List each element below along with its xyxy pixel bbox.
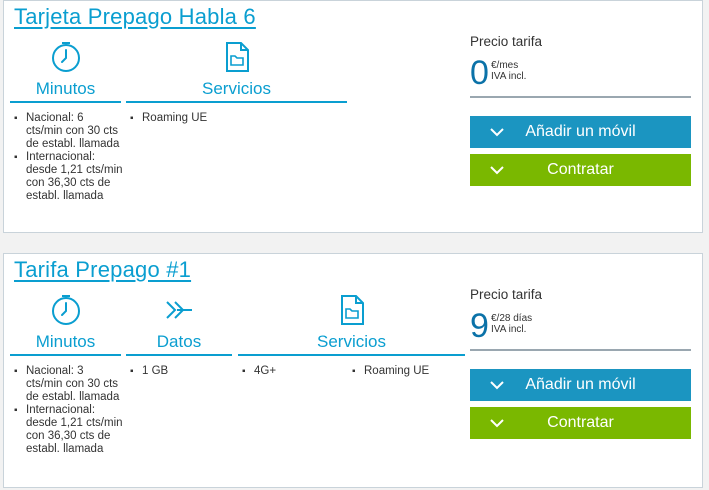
price-unit: €/mes IVA incl. bbox=[491, 60, 526, 82]
button-label: Añadir un móvil bbox=[525, 123, 636, 140]
list-item: Internacional: desde 1,21 cts/min con 36… bbox=[12, 404, 123, 456]
tariff-title[interactable]: Tarifa Prepago #1 bbox=[14, 257, 191, 283]
button-label: Contratar bbox=[547, 414, 614, 431]
column-divider bbox=[10, 101, 121, 103]
price-amount: 0 bbox=[470, 54, 489, 92]
list-item: Roaming UE bbox=[128, 112, 349, 125]
button-label: Contratar bbox=[547, 161, 614, 178]
contract-button[interactable]: Contratar bbox=[470, 407, 691, 439]
price-label: Precio tarifa bbox=[470, 34, 543, 49]
folder-document-icon bbox=[340, 295, 364, 325]
feature-list: 4G+ Roaming UE bbox=[238, 365, 467, 378]
column-divider bbox=[10, 354, 121, 356]
button-label: Añadir un móvil bbox=[525, 376, 636, 393]
list-item: Roaming UE bbox=[350, 365, 429, 378]
tariff-card-prepago1: Tarifa Prepago #1 Minutos Nacional: 3 ct… bbox=[3, 253, 703, 488]
add-mobile-button[interactable]: Añadir un móvil bbox=[470, 116, 691, 148]
column-label: Datos bbox=[156, 332, 202, 351]
contract-button[interactable]: Contratar bbox=[470, 154, 691, 186]
data-arrows-icon bbox=[166, 301, 192, 319]
clock-icon bbox=[51, 295, 80, 325]
price-period: €/mes bbox=[491, 60, 519, 71]
price-tax-note: IVA incl. bbox=[491, 71, 527, 82]
column-divider bbox=[126, 354, 232, 356]
list-item: Nacional: 6 cts/min con 30 cts de establ… bbox=[12, 112, 123, 151]
feature-list: Nacional: 6 cts/min con 30 cts de establ… bbox=[10, 112, 123, 203]
column-divider bbox=[238, 354, 465, 356]
column-divider bbox=[126, 101, 347, 103]
column-label: Servicios bbox=[202, 79, 271, 98]
feature-list: Roaming UE bbox=[126, 112, 349, 125]
price-period: €/28 días bbox=[491, 313, 533, 324]
feature-list: Nacional: 3 cts/min con 30 cts de establ… bbox=[10, 365, 123, 456]
price-tax-note: IVA incl. bbox=[491, 324, 527, 335]
list-item: Internacional: desde 1,21 cts/min con 36… bbox=[12, 151, 123, 203]
tariff-card-habla6: Tarjeta Prepago Habla 6 Minutos Nacional… bbox=[3, 0, 703, 233]
list-item: 1 GB bbox=[128, 365, 234, 378]
column-label: Minutos bbox=[35, 332, 96, 351]
column-label: Minutos bbox=[35, 79, 96, 98]
price-unit: €/28 días IVA incl. bbox=[491, 313, 532, 335]
column-label: Servicios bbox=[317, 332, 386, 351]
feature-list: 1 GB bbox=[126, 365, 234, 378]
price-label: Precio tarifa bbox=[470, 287, 543, 302]
list-item: Nacional: 3 cts/min con 30 cts de establ… bbox=[12, 365, 123, 404]
tariff-title[interactable]: Tarjeta Prepago Habla 6 bbox=[14, 4, 256, 30]
price-divider bbox=[470, 96, 691, 98]
add-mobile-button[interactable]: Añadir un móvil bbox=[470, 369, 691, 401]
folder-document-icon bbox=[225, 42, 249, 72]
list-item: 4G+ bbox=[240, 365, 350, 378]
clock-icon bbox=[51, 42, 80, 72]
price-divider bbox=[470, 349, 691, 351]
price-amount: 9 bbox=[470, 307, 489, 345]
